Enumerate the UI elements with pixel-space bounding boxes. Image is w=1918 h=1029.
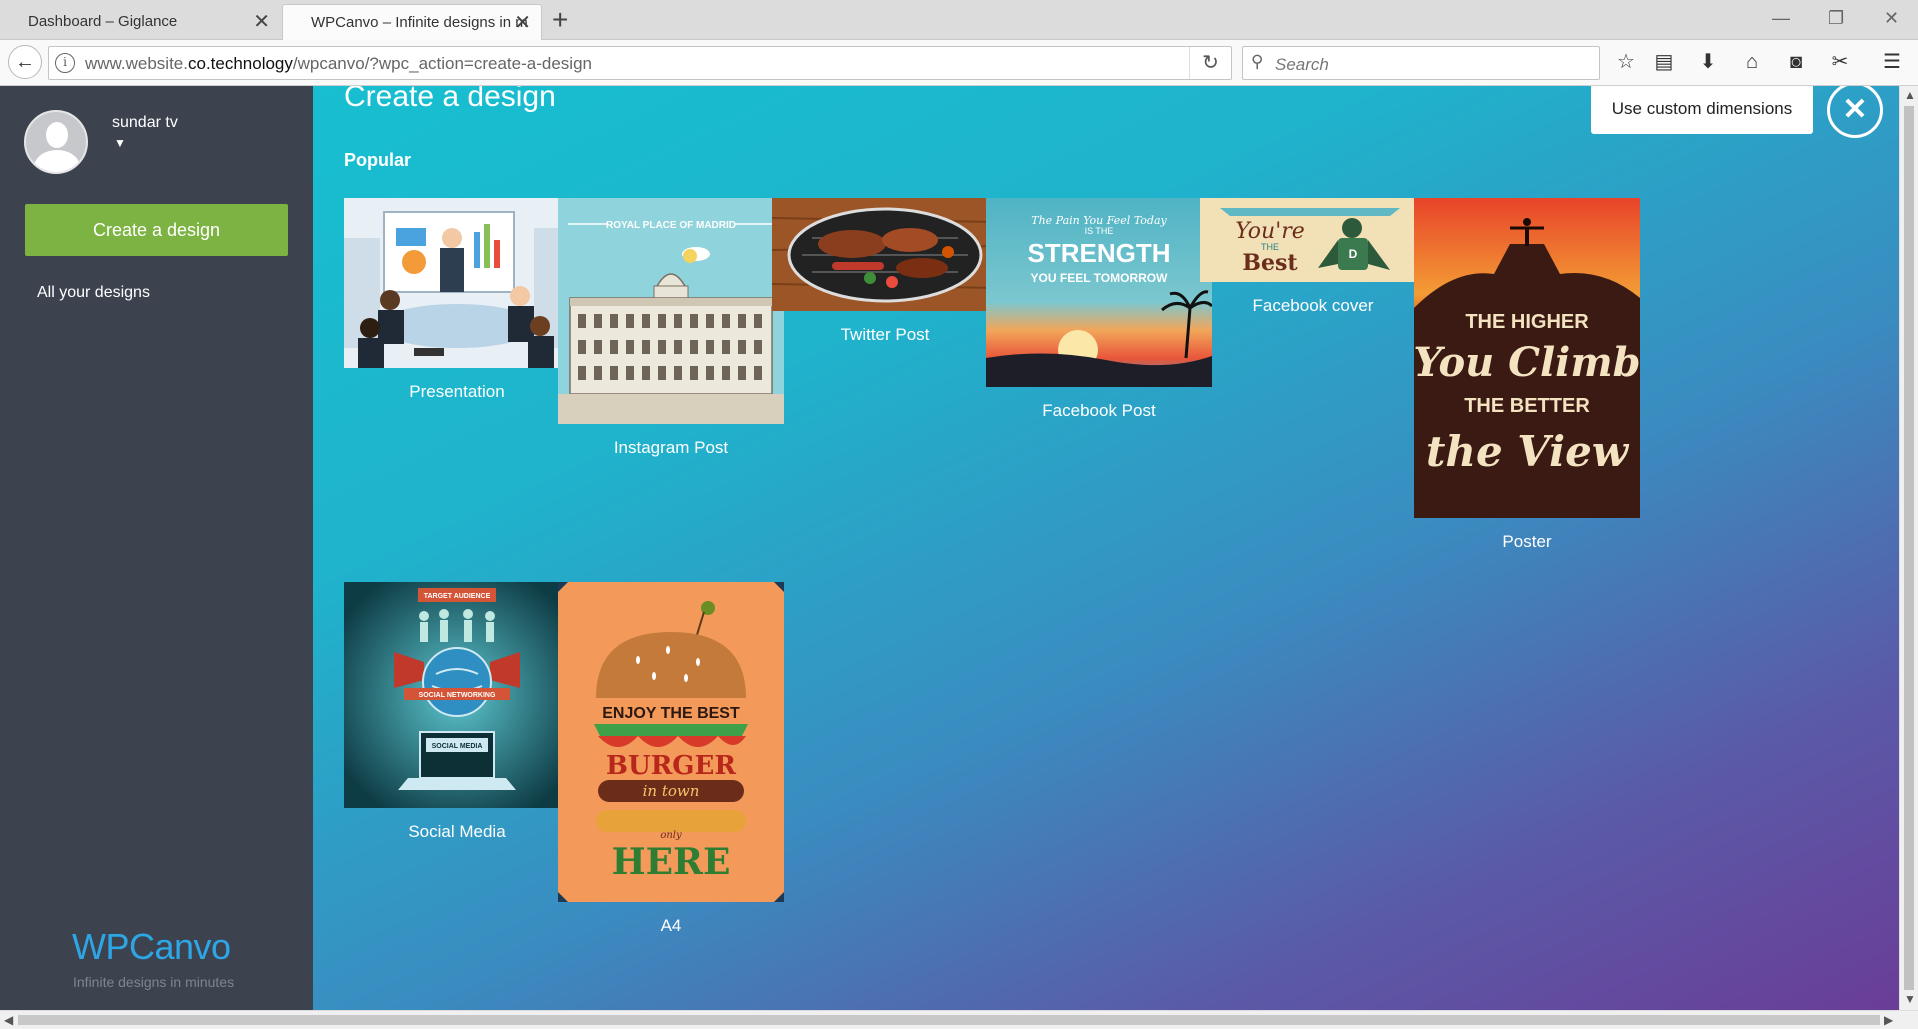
social-media-art-line2: SOCIAL NETWORKING <box>419 692 496 699</box>
pocket-icon[interactable]: ◙ <box>1782 48 1810 76</box>
avatar-head <box>46 122 68 148</box>
search-icon: ⚲ <box>1251 52 1264 71</box>
page-title: Create a design <box>344 86 556 113</box>
info-icon[interactable]: i <box>55 53 75 73</box>
user-dropdown-caret-icon[interactable]: ▼ <box>114 136 126 150</box>
scroll-left-icon[interactable]: ◀ <box>4 1013 13 1027</box>
facebook-cover-art-line3: Best <box>1242 250 1298 276</box>
username: sundar tv <box>112 114 178 131</box>
poster-art-line4: the View <box>1426 427 1630 476</box>
reading-list-icon[interactable]: ▤ <box>1650 48 1678 76</box>
custom-dimensions-button[interactable]: Use custom dimensions <box>1591 86 1813 134</box>
poster-art-line2: You Climb <box>1414 339 1640 386</box>
menu-hamburger-icon[interactable]: ☰ <box>1878 48 1906 76</box>
home-icon[interactable]: ⌂ <box>1738 48 1766 76</box>
sidebar: sundar tv ▼ Create a design All your des… <box>0 86 313 1010</box>
design-card-a4[interactable]: ENJOY THE BEST BURGER in town only HERE … <box>558 582 784 936</box>
design-card-social-media[interactable]: TARGET AUDIENCE SOCIAL NETWORKING SOCIAL… <box>344 582 570 842</box>
a4-art-line4: only <box>660 830 682 841</box>
design-chooser-panel: Create a design Popular Use custom dimen… <box>313 86 1899 1010</box>
back-arrow-icon[interactable]: ← <box>8 45 42 79</box>
design-label: Twitter Post <box>840 325 930 344</box>
a4-thumbnail[interactable]: ENJOY THE BEST BURGER in town only HERE <box>558 582 784 902</box>
search-placeholder: Search <box>1275 55 1329 74</box>
design-label: Poster <box>1502 532 1552 551</box>
url-domain: co.technology <box>187 54 293 73</box>
browser-nav-bar: ← i www.website.co.technology/wpcanvo/?w… <box>0 40 1918 86</box>
restore-icon[interactable]: ❐ <box>1828 4 1844 32</box>
facebook-post-art-line4: YOU FEEL TOMORROW <box>1031 271 1169 285</box>
url-text[interactable]: www.website.co.technology/wpcanvo/?wpc_a… <box>85 54 592 74</box>
design-card-twitter-post[interactable]: Twitter Post <box>772 198 998 345</box>
design-card-presentation[interactable]: Presentation <box>344 198 570 402</box>
presentation-thumbnail[interactable] <box>344 198 570 368</box>
a4-art-line5: HERE <box>612 841 731 883</box>
poster-thumbnail[interactable]: THE HIGHER You Climb THE BETTER the View <box>1414 198 1640 518</box>
design-card-poster[interactable]: THE HIGHER You Climb THE BETTER the View… <box>1414 198 1640 552</box>
tab-wpcanvo[interactable]: WPCanvo – Infinite designs in m ✕ <box>282 4 542 40</box>
facebook-post-art-line2: IS THE <box>1085 226 1114 236</box>
close-tab-icon[interactable]: ✕ <box>514 5 531 41</box>
reload-icon[interactable]: ↻ <box>1189 47 1231 79</box>
design-card-instagram-post[interactable]: ROYAL PLACE OF MADRID Instagram Post <box>558 198 784 458</box>
design-label: Instagram Post <box>613 438 729 457</box>
tab-title: Dashboard – Giglance <box>28 13 178 30</box>
a4-art-line3: in town <box>643 782 700 800</box>
design-label: Presentation <box>409 382 505 401</box>
all-designs-link[interactable]: All your designs <box>37 284 150 302</box>
social-media-thumbnail[interactable]: TARGET AUDIENCE SOCIAL NETWORKING SOCIAL… <box>344 582 570 808</box>
close-tab-icon[interactable]: ✕ <box>253 4 270 40</box>
tab-title: WPCanvo – Infinite designs in m <box>311 14 528 31</box>
new-tab-icon[interactable]: + <box>552 2 568 38</box>
scroll-right-icon[interactable]: ▶ <box>1884 1013 1893 1027</box>
avatar[interactable] <box>24 110 88 174</box>
twitter-thumbnail[interactable] <box>772 198 998 311</box>
scroll-up-icon[interactable]: ▲ <box>1904 88 1916 102</box>
design-label: A4 <box>660 916 682 935</box>
bookmark-star-icon[interactable]: ☆ <box>1612 48 1640 76</box>
address-bar[interactable]: i www.website.co.technology/wpcanvo/?wpc… <box>48 46 1232 80</box>
close-window-icon[interactable]: ✕ <box>1884 4 1899 32</box>
facebook-post-thumbnail[interactable]: The Pain You Feel Today IS THE STRENGTH … <box>986 198 1212 387</box>
design-label: Facebook cover <box>1252 296 1374 315</box>
poster-art-line3: THE BETTER <box>1464 395 1590 417</box>
facebook-post-art-line3: STRENGTH <box>1028 238 1171 268</box>
brand-tagline: Infinite designs in minutes <box>73 974 235 990</box>
browser-tab-bar: Dashboard – Giglance ✕ WPCanvo – Infinit… <box>0 0 1918 40</box>
vertical-scroll-thumb[interactable] <box>1904 106 1914 990</box>
design-label: Facebook Post <box>1042 401 1156 420</box>
horizontal-scrollbar[interactable]: ◀ ▶ <box>0 1010 1918 1029</box>
search-input[interactable]: ⚲ Search <box>1242 46 1600 80</box>
instagram-thumbnail[interactable]: ROYAL PLACE OF MADRID <box>558 198 784 424</box>
instagram-art-text: ROYAL PLACE OF MADRID <box>606 220 736 231</box>
extension-icon[interactable]: ✂ <box>1826 48 1854 76</box>
facebook-cover-thumbnail[interactable]: You're THE Best D <box>1200 198 1426 282</box>
create-design-button[interactable]: Create a design <box>25 204 288 256</box>
design-card-facebook-cover[interactable]: You're THE Best D Facebook cover <box>1200 198 1426 316</box>
vertical-scrollbar[interactable]: ▲ ▼ <box>1899 86 1918 1010</box>
url-prefix: www.website. <box>85 54 188 73</box>
avatar-body <box>34 150 80 172</box>
url-path: /wpcanvo/?wpc_action=create-a-design <box>292 54 592 73</box>
tab-dashboard[interactable]: Dashboard – Giglance ✕ <box>0 4 280 40</box>
scroll-down-icon[interactable]: ▼ <box>1904 992 1916 1006</box>
facebook-cover-art-line1: You're <box>1235 219 1305 244</box>
svg-text:D: D <box>1349 247 1358 261</box>
design-card-facebook-post[interactable]: The Pain You Feel Today IS THE STRENGTH … <box>986 198 1212 421</box>
close-icon[interactable]: ✕ <box>1827 86 1883 138</box>
section-popular-heading: Popular <box>344 150 412 170</box>
a4-art-line2: BURGER <box>606 751 736 781</box>
poster-art-line1: THE HIGHER <box>1465 311 1589 333</box>
social-media-art-line1: TARGET AUDIENCE <box>424 593 491 600</box>
download-icon[interactable]: ⬇ <box>1694 48 1722 76</box>
brand-logo: WPCanvo <box>72 926 231 967</box>
social-media-art-line3: SOCIAL MEDIA <box>432 743 483 750</box>
a4-art-line1: ENJOY THE BEST <box>602 705 740 722</box>
horizontal-scroll-thumb[interactable] <box>18 1015 1880 1025</box>
design-label: Social Media <box>408 822 506 841</box>
minimize-icon[interactable]: — <box>1772 4 1790 32</box>
